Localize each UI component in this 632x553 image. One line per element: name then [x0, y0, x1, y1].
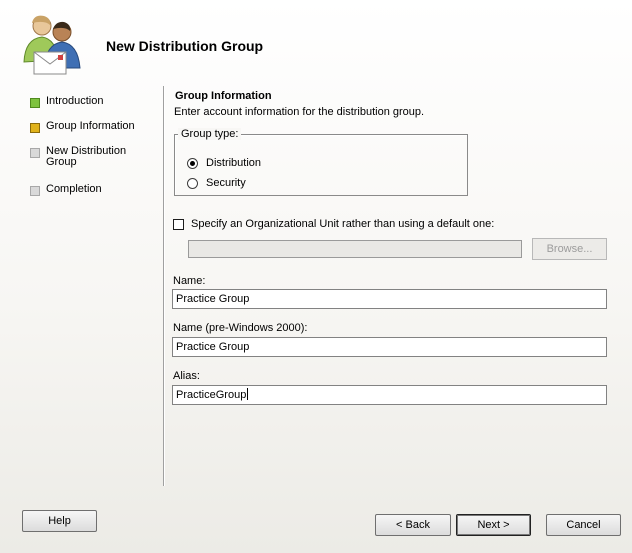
wizard-header: New Distribution Group: [0, 0, 632, 80]
help-button[interactable]: Help: [22, 510, 97, 532]
nav-item-label: Group Information: [46, 120, 135, 132]
nav-item-label: Introduction: [46, 95, 104, 107]
alias-input[interactable]: PracticeGroup: [172, 385, 607, 405]
name-pre2000-input[interactable]: Practice Group: [172, 337, 607, 357]
org-unit-input: [188, 240, 522, 258]
section-title: Group Information: [175, 90, 272, 102]
radio-button-icon: [187, 177, 198, 189]
step-pending-icon: [30, 148, 40, 158]
step-pending-icon: [30, 186, 40, 196]
distribution-radio[interactable]: Distribution: [187, 157, 261, 169]
step-current-icon: [30, 123, 40, 133]
distribution-radio-label: Distribution: [206, 157, 262, 169]
radio-button-icon: [187, 157, 198, 169]
cancel-button[interactable]: Cancel: [546, 514, 621, 536]
security-radio-label: Security: [206, 177, 246, 189]
vertical-divider: [163, 86, 165, 486]
org-unit-checkbox[interactable]: Specify an Organizational Unit rather th…: [173, 218, 494, 230]
checkbox-icon: [173, 218, 184, 230]
name-label: Name:: [173, 275, 206, 287]
name-input[interactable]: Practice Group: [172, 289, 607, 309]
nav-item-completion[interactable]: Completion: [30, 184, 141, 196]
text-caret: [247, 388, 249, 400]
step-complete-icon: [30, 98, 40, 108]
alias-input-value: PracticeGroup: [176, 389, 247, 401]
users-envelope-icon: [23, 15, 81, 75]
browse-button: Browse...: [532, 238, 607, 260]
section-description: Enter account information for the distri…: [174, 106, 425, 118]
name-pre2000-label: Name (pre-Windows 2000):: [173, 322, 308, 334]
nav-item-label: Completion: [46, 183, 102, 195]
nav-item-introduction[interactable]: Introduction: [30, 96, 141, 108]
nav-item-group-information[interactable]: Group Information: [30, 121, 141, 133]
group-type-legend: Group type:: [178, 128, 242, 140]
security-radio[interactable]: Security: [187, 177, 246, 189]
next-button[interactable]: Next >: [456, 514, 531, 536]
nav-item-label: New Distribution Group: [46, 145, 127, 168]
nav-item-new-distribution-group[interactable]: New Distribution Group: [30, 146, 128, 168]
wizard-title: New Distribution Group: [106, 38, 264, 54]
back-button[interactable]: < Back: [375, 514, 451, 536]
org-unit-checkbox-label: Specify an Organizational Unit rather th…: [191, 218, 495, 230]
alias-label: Alias:: [173, 370, 200, 382]
